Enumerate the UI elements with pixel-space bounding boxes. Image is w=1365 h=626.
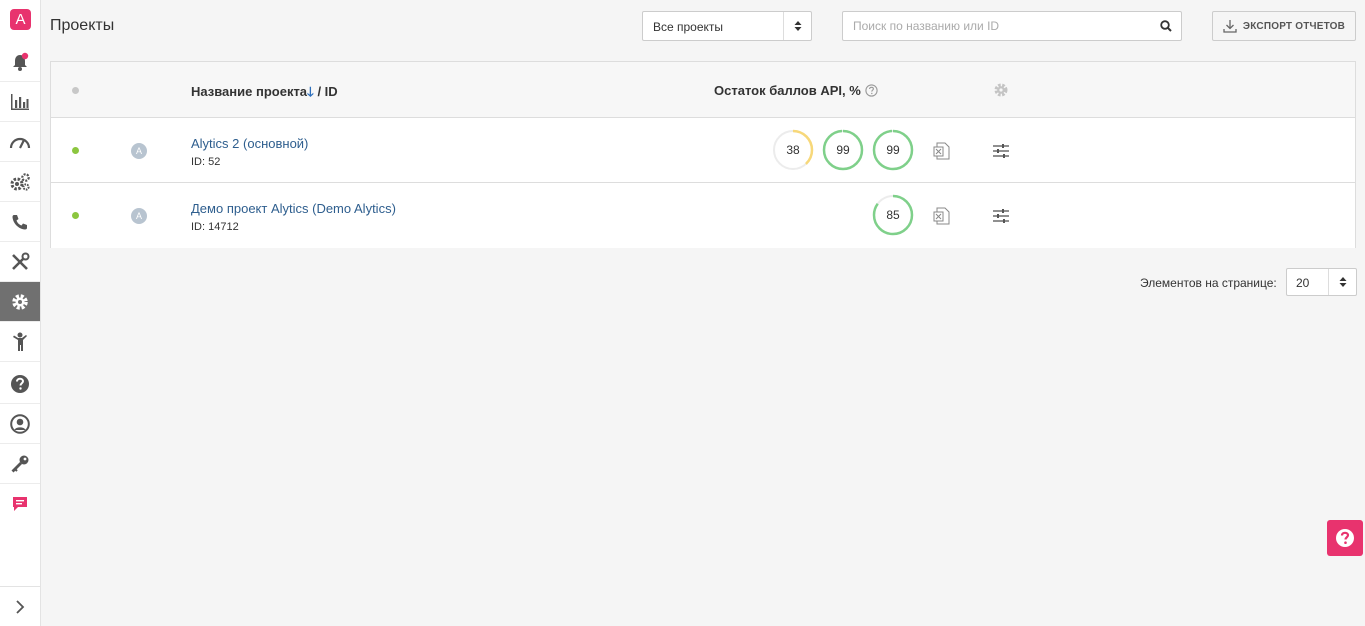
- items-per-page-select[interactable]: 20: [1286, 268, 1357, 296]
- table-settings-gear-icon[interactable]: [993, 82, 1009, 98]
- bar-chart-icon: [11, 93, 29, 110]
- sidebar-expand-button[interactable]: [0, 586, 40, 626]
- sidebar-item-notifications[interactable]: [0, 42, 40, 82]
- api-gauge: 38: [772, 129, 814, 171]
- export-reports-label: ЭКСПОРТ ОТЧЕТОВ: [1242, 20, 1346, 32]
- user-circle-icon: [10, 413, 30, 434]
- search-box: [842, 11, 1182, 41]
- project-name-link[interactable]: Демо проект Alytics (Demo Alytics): [191, 201, 396, 216]
- items-per-page-value: 20: [1296, 276, 1310, 290]
- help-circle-icon[interactable]: [865, 84, 878, 97]
- column-header-api-label: Остаток баллов API, %: [714, 83, 861, 98]
- sidebar-item-users[interactable]: [0, 322, 40, 362]
- avatar: A: [131, 143, 147, 159]
- avatar: A: [131, 208, 147, 224]
- excel-export-icon[interactable]: [933, 142, 951, 160]
- api-gauge-value: 99: [836, 143, 850, 157]
- table-header: Название проекта🡓 / ID Остаток баллов AP…: [51, 62, 1355, 118]
- sidebar-item-reports[interactable]: [0, 82, 40, 122]
- project-filter-select[interactable]: Все проекты: [642, 11, 812, 41]
- excel-export-icon[interactable]: [933, 207, 951, 225]
- bell-icon: [13, 52, 29, 71]
- sidebar-item-dashboard[interactable]: [0, 122, 40, 162]
- project-filter-value: Все проекты: [653, 20, 724, 34]
- sidebar-item-help[interactable]: [0, 364, 40, 404]
- project-id: ID: 52: [191, 156, 221, 168]
- sidebar-item-automation[interactable]: [0, 162, 40, 202]
- help-floating-button[interactable]: [1327, 520, 1363, 556]
- status-dot: [72, 147, 79, 154]
- sidebar-item-account[interactable]: [0, 404, 40, 444]
- api-gauge: 99: [872, 129, 914, 171]
- table-row: A Демо проект Alytics (Demo Alytics) ID:…: [51, 183, 1355, 248]
- sidebar-item-tools[interactable]: [0, 242, 40, 282]
- gear-icon: [12, 293, 28, 310]
- chevron-right-icon: [16, 599, 25, 614]
- export-reports-button[interactable]: ЭКСПОРТ ОТЧЕТОВ: [1212, 11, 1356, 41]
- project-settings-sliders-icon[interactable]: [993, 144, 1009, 158]
- project-settings-sliders-icon[interactable]: [993, 209, 1009, 223]
- column-header-id-label: / ID: [317, 84, 338, 99]
- column-header-name[interactable]: Название проекта🡓 / ID: [191, 83, 338, 105]
- select-arrows-icon: [783, 12, 811, 40]
- status-header-dot: [72, 87, 79, 94]
- tools-icon: [12, 252, 30, 270]
- question-icon: [1336, 529, 1354, 547]
- api-gauge-value: 85: [886, 208, 900, 222]
- speedometer-icon: [9, 137, 31, 148]
- status-dot: [72, 212, 79, 219]
- project-id: ID: 14712: [191, 221, 239, 233]
- sidebar-item-chat[interactable]: [0, 484, 40, 524]
- sidebar-item-settings[interactable]: [0, 282, 40, 322]
- column-header-name-label: Название проекта: [191, 84, 308, 99]
- sidebar-item-calls[interactable]: [0, 202, 40, 242]
- person-icon: [13, 332, 27, 351]
- phone-icon: [12, 214, 27, 229]
- api-gauge-value: 38: [786, 143, 800, 157]
- table-row: A Alytics 2 (основной) ID: 52 38 99 99: [51, 118, 1355, 183]
- sort-arrow-icon: 🡓: [307, 84, 314, 99]
- page-title: Проекты: [50, 17, 115, 34]
- download-icon: [1223, 20, 1237, 33]
- column-header-api: Остаток баллов API, %: [714, 83, 878, 98]
- gears-icon: [10, 172, 30, 191]
- search-input[interactable]: [843, 12, 1153, 40]
- search-icon[interactable]: [1160, 20, 1172, 35]
- items-per-page-label: Элементов на странице:: [1140, 276, 1277, 290]
- question-icon: [11, 374, 29, 393]
- app-logo[interactable]: A: [10, 9, 31, 30]
- project-name-link[interactable]: Alytics 2 (основной): [191, 136, 308, 151]
- key-icon: [11, 455, 29, 472]
- sidebar: A: [0, 0, 41, 626]
- api-gauge: 85: [872, 194, 914, 236]
- chat-icon: [13, 497, 27, 511]
- api-gauge: 99: [822, 129, 864, 171]
- sidebar-item-access[interactable]: [0, 444, 40, 484]
- api-gauge-value: 99: [886, 143, 900, 157]
- select-arrows-icon: [1328, 269, 1356, 295]
- projects-table: Название проекта🡓 / ID Остаток баллов AP…: [50, 61, 1356, 248]
